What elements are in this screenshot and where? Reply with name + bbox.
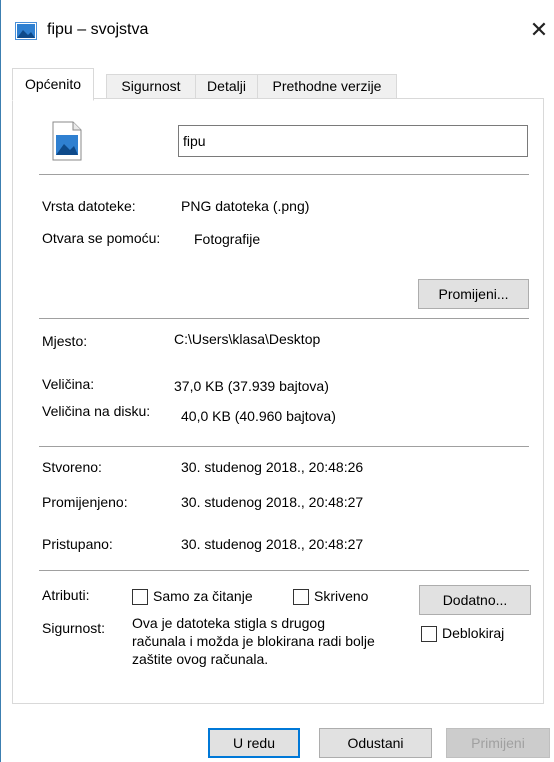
- tab-label: Prethodne verzije: [272, 78, 382, 94]
- opens-with-value: Fotografije: [194, 231, 261, 247]
- separator: [39, 446, 529, 447]
- location-value: C:\Users\klasa\Desktop: [174, 331, 321, 347]
- apply-button[interactable]: Primijeni: [446, 728, 550, 758]
- png-file-icon: [52, 121, 82, 161]
- security-warning-text: Ova je datoteka stigla s drugog računala…: [132, 615, 375, 667]
- unblock-checkbox[interactable]: [421, 626, 437, 642]
- separator: [39, 174, 529, 175]
- tab-security[interactable]: Sigurnost: [106, 74, 196, 98]
- size-label: Veličina:: [42, 376, 95, 392]
- size-on-disk-value: 40,0 KB (40.960 bajtova): [181, 408, 336, 424]
- size-on-disk-label: Veličina na disku:: [42, 403, 151, 419]
- created-label: Stvoreno:: [42, 459, 102, 475]
- change-button[interactable]: Promijeni...: [418, 279, 529, 309]
- modified-label: Promijenjeno:: [42, 494, 128, 510]
- image-file-icon: [15, 22, 37, 40]
- tab-label: Detalji: [207, 78, 246, 94]
- attributes-label: Atributi:: [42, 587, 90, 603]
- close-button[interactable]: ✕: [525, 16, 553, 44]
- title-bar: fipu – svojstva ✕: [1, 0, 554, 62]
- ok-button[interactable]: U redu: [208, 728, 300, 758]
- created-value: 30. studenog 2018., 20:48:26: [181, 459, 364, 475]
- hidden-label[interactable]: Skriveno: [314, 588, 368, 604]
- advanced-button[interactable]: Dodatno...: [419, 585, 531, 615]
- cancel-button[interactable]: Odustani: [319, 728, 432, 758]
- separator: [39, 318, 529, 319]
- security-label: Sigurnost:: [42, 620, 106, 636]
- window-title: fipu – svojstva: [47, 21, 149, 38]
- readonly-checkbox[interactable]: [132, 589, 148, 605]
- file-type-label: Vrsta datoteke:: [42, 198, 136, 214]
- modified-value: 30. studenog 2018., 20:48:27: [181, 494, 364, 510]
- tab-general[interactable]: Općenito: [12, 68, 94, 101]
- size-value: 37,0 KB (37.939 bajtova): [174, 378, 329, 394]
- tab-label: Općenito: [24, 76, 82, 92]
- hidden-checkbox[interactable]: [293, 589, 309, 605]
- location-label: Mjesto:: [42, 333, 88, 349]
- accessed-value: 30. studenog 2018., 20:48:27: [181, 536, 364, 552]
- readonly-label[interactable]: Samo za čitanje: [153, 588, 253, 604]
- separator: [39, 570, 529, 571]
- properties-dialog: fipu – svojstva ✕ Općenito Sigurnost Det…: [0, 0, 554, 762]
- unblock-label[interactable]: Deblokiraj: [442, 625, 504, 641]
- accessed-label: Pristupano:: [42, 536, 113, 552]
- tab-previous-versions[interactable]: Prethodne verzije: [257, 74, 397, 98]
- file-type-value: PNG datoteka (.png): [181, 198, 310, 214]
- close-icon: ✕: [529, 17, 549, 42]
- opens-with-label: Otvara se pomoću:: [42, 230, 161, 246]
- tab-details[interactable]: Detalji: [195, 74, 258, 98]
- file-name-input[interactable]: [178, 125, 528, 157]
- tab-label: Sigurnost: [121, 78, 181, 94]
